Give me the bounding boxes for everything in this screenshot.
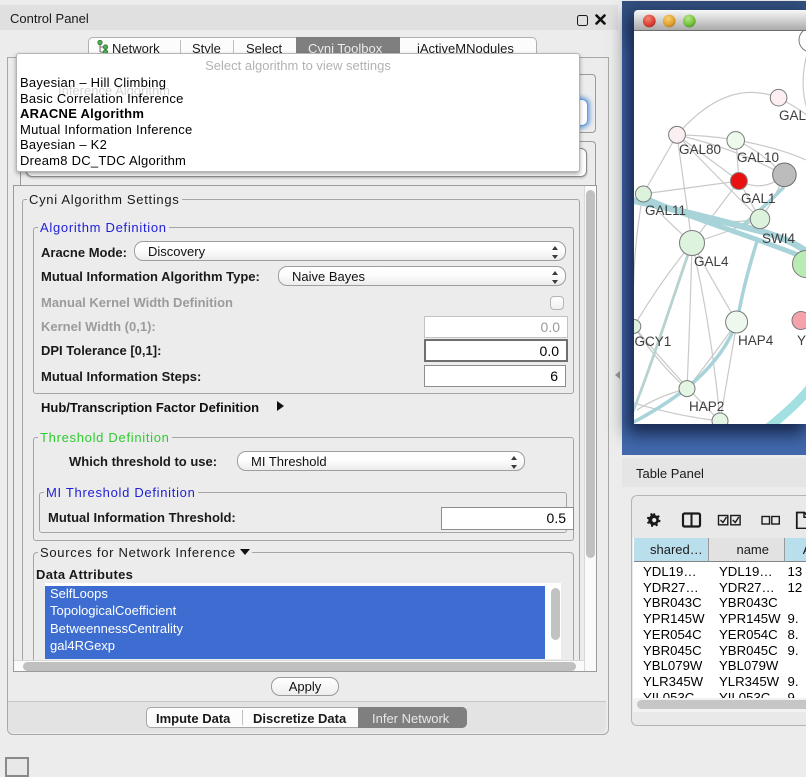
svg-text:GAL1: GAL1 — [741, 191, 776, 206]
svg-text:GAL7: GAL7 — [779, 108, 806, 123]
svg-text:GAL11: GAL11 — [645, 203, 686, 218]
svg-text:SWI4: SWI4 — [762, 231, 795, 246]
svg-text:GAL10: GAL10 — [737, 150, 779, 165]
svg-text:Y: Y — [797, 333, 806, 348]
svg-text:HAP2: HAP2 — [689, 399, 724, 414]
svg-text:GCY1: GCY1 — [635, 334, 672, 349]
svg-text:GAL4: GAL4 — [694, 254, 729, 269]
svg-text:GAL80: GAL80 — [679, 142, 721, 157]
svg-text:HAP4: HAP4 — [738, 333, 774, 348]
